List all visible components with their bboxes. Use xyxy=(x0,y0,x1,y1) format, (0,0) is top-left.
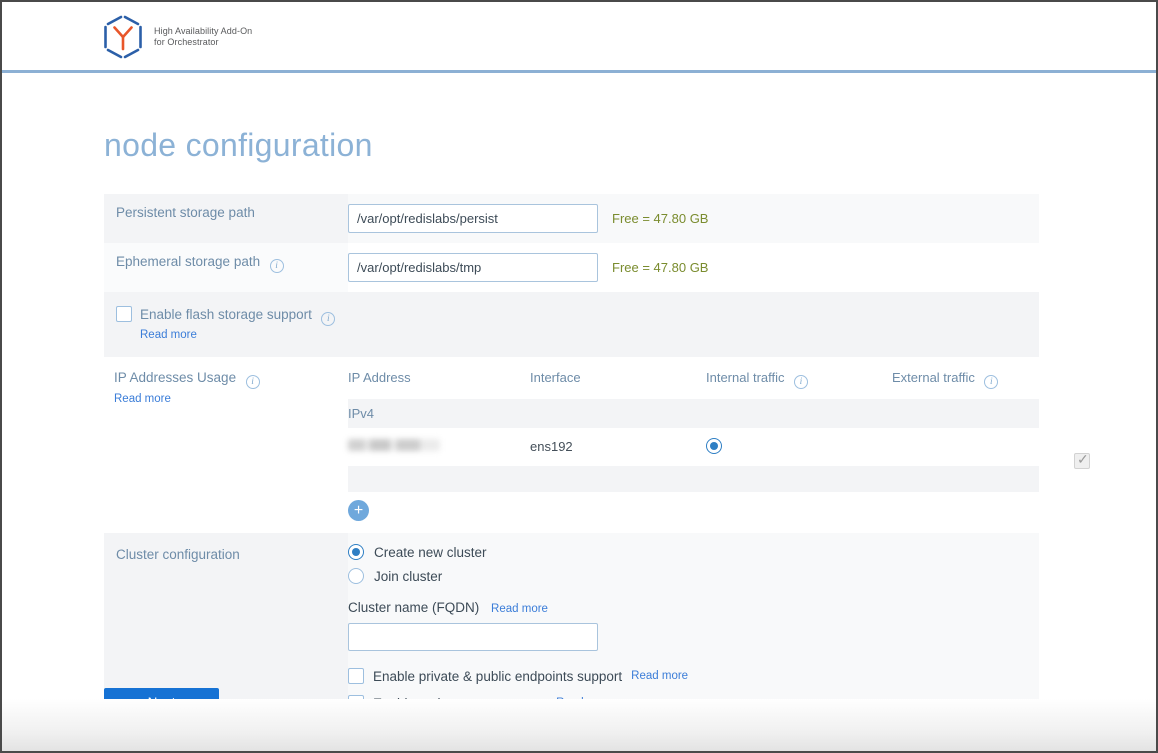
ip-usage-label-cell: IP Addresses Usage i Read more xyxy=(104,357,348,531)
persistent-storage-label-cell: Persistent storage path xyxy=(104,194,348,243)
ephemeral-storage-input[interactable] xyxy=(348,253,598,282)
column-header-external-traffic: External traffic xyxy=(892,370,975,385)
ip-address-cell xyxy=(348,438,530,456)
row-flash-storage: Enable flash storage support i Read more xyxy=(104,292,1039,357)
enable-endpoints-read-more-link[interactable]: Read more xyxy=(631,670,688,682)
table-row: ens192 xyxy=(348,428,1039,466)
cluster-config-body: Create new cluster Join cluster Cluster … xyxy=(348,533,1039,725)
brand-logo-text: High Availability Add-On for Orchestrato… xyxy=(154,26,252,48)
ip-table-spacer-row xyxy=(348,466,1039,492)
ip-usage-label: IP Addresses Usage xyxy=(114,370,236,385)
interface-value: ens192 xyxy=(530,439,573,454)
external-traffic-checkbox xyxy=(1074,453,1090,469)
cluster-fqdn-label-line: Cluster name (FQDN) Read more xyxy=(348,600,1039,615)
option-join-cluster[interactable]: Join cluster xyxy=(348,568,1039,584)
ip-table: IP Address Interface Internal traffic i … xyxy=(348,357,1039,531)
info-icon[interactable]: i xyxy=(270,259,284,273)
ephemeral-storage-body: Free = 47.80 GB xyxy=(348,243,1039,292)
row-ephemeral-storage: Ephemeral storage path i Free = 47.80 GB xyxy=(104,243,1039,292)
create-new-cluster-label: Create new cluster xyxy=(374,545,487,560)
option-enable-endpoints[interactable]: Enable private & public endpoints suppor… xyxy=(348,668,1039,684)
ip-usage-read-more-link[interactable]: Read more xyxy=(114,393,171,405)
create-new-cluster-radio[interactable] xyxy=(348,544,364,560)
cluster-fqdn-read-more-link[interactable]: Read more xyxy=(491,603,548,615)
cluster-configuration-section: Cluster configuration Create new cluster… xyxy=(104,533,1039,725)
flash-storage-label-cell: Enable flash storage support i Read more xyxy=(104,292,348,357)
interface-cell: ens192 xyxy=(530,438,706,456)
enable-flash-storage-checkbox[interactable] xyxy=(116,306,132,322)
ip-address-redacted-value xyxy=(348,439,440,451)
node-configuration-form: Persistent storage path Free = 47.80 GB … xyxy=(104,194,1039,725)
brand-logo: High Availability Add-On for Orchestrato… xyxy=(101,13,252,61)
row-persistent-storage: Persistent storage path Free = 47.80 GB xyxy=(104,194,1039,243)
persistent-storage-free-label: Free = 47.80 GB xyxy=(612,211,708,226)
page-bottom-gradient xyxy=(2,699,1156,751)
cluster-fqdn-label: Cluster name (FQDN) xyxy=(348,600,479,615)
ephemeral-storage-label: Ephemeral storage path xyxy=(116,254,260,269)
ephemeral-storage-label-cell: Ephemeral storage path i xyxy=(104,243,348,292)
column-header-internal-traffic: Internal traffic xyxy=(706,370,785,385)
ip-group-label: IPv4 xyxy=(348,406,374,421)
persistent-storage-input[interactable] xyxy=(348,204,598,233)
app-header: High Availability Add-On for Orchestrato… xyxy=(2,2,1156,73)
flash-storage-read-more-link[interactable]: Read more xyxy=(140,329,197,341)
persistent-storage-body: Free = 47.80 GB xyxy=(348,194,1039,243)
persistent-storage-label: Persistent storage path xyxy=(116,205,255,220)
ephemeral-storage-free-label: Free = 47.80 GB xyxy=(612,260,708,275)
info-icon[interactable]: i xyxy=(794,375,808,389)
option-create-new-cluster[interactable]: Create new cluster xyxy=(348,544,1039,560)
ip-table-header: IP Address Interface Internal traffic i … xyxy=(348,357,1039,399)
info-icon[interactable]: i xyxy=(246,375,260,389)
column-header-interface: Interface xyxy=(530,370,581,385)
info-icon[interactable]: i xyxy=(321,312,335,326)
join-cluster-radio[interactable] xyxy=(348,568,364,584)
ip-addresses-section: IP Addresses Usage i Read more IP Addres… xyxy=(104,357,1039,531)
app-window: High Availability Add-On for Orchestrato… xyxy=(0,0,1158,753)
cluster-fqdn-input[interactable] xyxy=(348,623,598,651)
info-icon[interactable]: i xyxy=(984,375,998,389)
add-ip-row: + xyxy=(348,492,1039,531)
page-title: node configuration xyxy=(104,127,373,164)
ip-group-row-ipv4: IPv4 xyxy=(348,399,1039,428)
internal-traffic-cell xyxy=(706,438,892,456)
join-cluster-label: Join cluster xyxy=(374,569,442,584)
cluster-config-label: Cluster configuration xyxy=(116,547,240,562)
enable-endpoints-checkbox[interactable] xyxy=(348,668,364,684)
plus-icon[interactable]: + xyxy=(348,500,369,521)
enable-endpoints-label: Enable private & public endpoints suppor… xyxy=(373,669,622,684)
column-header-ip-address: IP Address xyxy=(348,370,411,385)
enable-flash-storage-label: Enable flash storage support xyxy=(140,307,312,322)
flash-storage-body xyxy=(348,292,1039,357)
hexagon-y-logo-icon xyxy=(101,13,145,61)
internal-traffic-radio[interactable] xyxy=(706,438,722,454)
